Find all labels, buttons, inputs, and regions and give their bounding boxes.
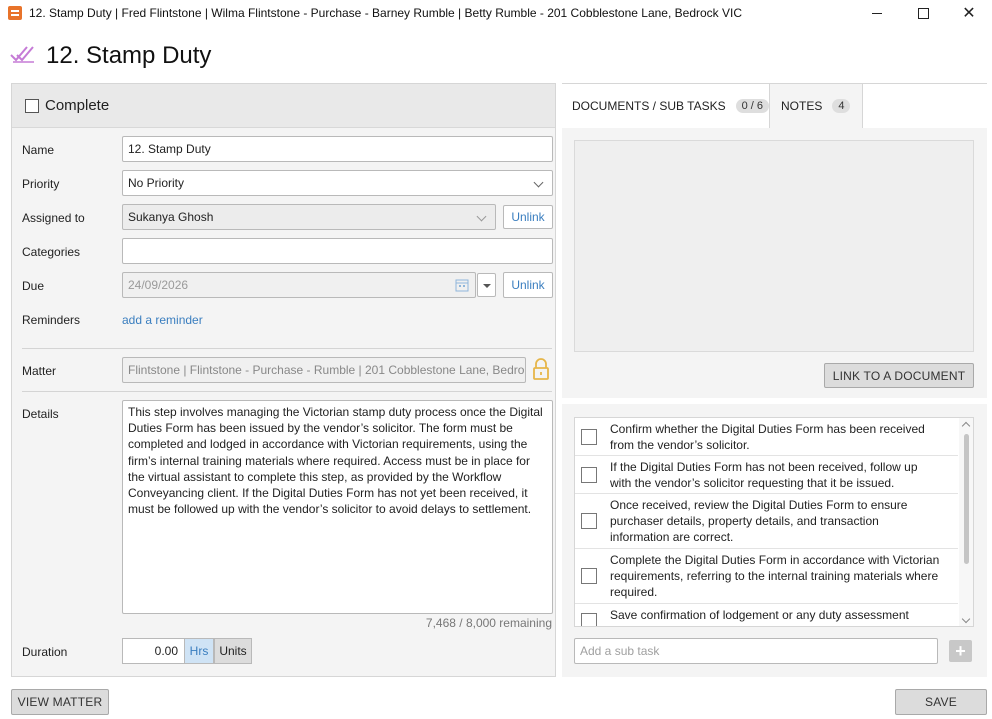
window-title: 12. Stamp Duty | Fred Flintstone | Wilma…	[29, 6, 742, 20]
subtask-checkbox[interactable]	[581, 568, 597, 584]
subtask-text: Complete the Digital Duties Form in acco…	[610, 553, 940, 599]
categories-label: Categories	[22, 245, 81, 259]
chevron-down-icon	[533, 177, 544, 188]
due-date-input[interactable]: 24/09/2026	[122, 272, 476, 298]
reminders-label: Reminders	[22, 313, 81, 327]
task-check-icon	[10, 46, 34, 63]
subtask-text: Once received, review the Digital Duties…	[610, 498, 908, 544]
notes-count-badge: 4	[832, 99, 851, 113]
duration-input[interactable]: 0.00	[122, 638, 185, 664]
subtask-text: If the Digital Duties Form has not been …	[610, 459, 918, 490]
matter-input[interactable]: Flintstone | Flintstone - Purchase - Rum…	[122, 357, 526, 383]
title-bar: 12. Stamp Duty | Fred Flintstone | Wilma…	[0, 0, 992, 26]
scroll-down-icon[interactable]	[961, 614, 971, 624]
lock-icon[interactable]	[532, 358, 550, 380]
details-textarea[interactable]: This step involves managing the Victoria…	[122, 400, 553, 614]
tab-documents-subtasks[interactable]: DOCUMENTS / SUB TASKS 0 / 6	[562, 83, 769, 128]
priority-select[interactable]: No Priority	[122, 170, 553, 196]
save-button[interactable]: SAVE	[895, 689, 987, 715]
calendar-icon[interactable]	[455, 278, 469, 292]
subtask-checkbox[interactable]	[581, 466, 597, 483]
subtask-checkbox[interactable]	[581, 513, 597, 529]
minimize-button[interactable]	[854, 0, 900, 26]
list-item[interactable]: Confirm whether the Digital Duties Form …	[575, 418, 958, 456]
chevron-down-icon	[476, 211, 487, 222]
duration-label: Duration	[22, 645, 68, 659]
page-title: 12. Stamp Duty	[46, 42, 212, 69]
subtask-text: Confirm whether the Digital Duties Form …	[610, 421, 925, 452]
complete-label[interactable]: Complete	[45, 97, 109, 114]
list-item[interactable]: Once received, review the Digital Duties…	[575, 494, 958, 549]
due-unlink-button[interactable]: Unlink	[503, 272, 553, 298]
documents-drop-area[interactable]	[574, 140, 974, 352]
name-label: Name	[22, 143, 55, 157]
due-dropdown-button[interactable]	[477, 273, 496, 297]
view-matter-button[interactable]: VIEW MATTER	[11, 689, 109, 715]
subtask-count-badge: 0 / 6	[735, 99, 769, 113]
caret-down-icon	[483, 284, 491, 288]
divider	[22, 391, 552, 392]
list-item[interactable]: Complete the Digital Duties Form in acco…	[575, 549, 958, 604]
subtask-checkbox[interactable]	[581, 428, 597, 445]
divider	[22, 348, 552, 349]
name-input[interactable]: 12. Stamp Duty	[122, 136, 553, 162]
scroll-thumb[interactable]	[964, 434, 969, 564]
assigned-unlink-button[interactable]: Unlink	[503, 205, 553, 229]
tab-notes-label: NOTES	[781, 99, 823, 113]
matter-label: Matter	[22, 364, 57, 378]
add-subtask-button[interactable]: +	[949, 640, 972, 662]
assigned-label: Assigned to	[22, 211, 85, 225]
complete-checkbox[interactable]	[25, 98, 39, 113]
due-label: Due	[22, 279, 45, 293]
add-subtask-input[interactable]: Add a sub task	[574, 638, 938, 664]
subtask-checkbox[interactable]	[581, 613, 597, 626]
tab-documents-label: DOCUMENTS / SUB TASKS	[572, 99, 726, 113]
categories-input[interactable]	[122, 238, 553, 264]
maximize-button[interactable]	[900, 0, 946, 26]
tab-notes[interactable]: NOTES 4	[769, 83, 863, 128]
list-item[interactable]: Save confirmation of lodgement or any du…	[575, 604, 958, 626]
details-label: Details	[22, 407, 59, 421]
assigned-select[interactable]: Sukanya Ghosh	[122, 204, 496, 230]
complete-bar: Complete	[12, 84, 555, 128]
assigned-value: Sukanya Ghosh	[128, 210, 214, 224]
link-document-button[interactable]: LINK TO A DOCUMENT	[824, 363, 974, 388]
duration-hrs-toggle[interactable]: Hrs	[184, 638, 214, 664]
subtask-text: Save confirmation of lodgement or any du…	[610, 608, 909, 622]
details-remaining-count: 7,468 / 8,000 remaining	[425, 616, 552, 630]
add-reminder-link[interactable]: add a reminder	[122, 313, 203, 327]
subtask-scrollbar[interactable]	[959, 418, 973, 626]
close-button[interactable]: ✕	[946, 0, 992, 26]
window-controls: ✕	[854, 0, 992, 26]
priority-label: Priority	[22, 177, 60, 191]
subtask-list[interactable]: Confirm whether the Digital Duties Form …	[574, 417, 974, 627]
app-logo-icon	[8, 6, 22, 20]
tab-strip	[863, 83, 987, 128]
priority-value: No Priority	[128, 176, 185, 190]
scroll-up-icon[interactable]	[961, 421, 971, 431]
task-details-panel: Complete Name 12. Stamp Duty Priority No…	[11, 83, 556, 677]
list-item[interactable]: If the Digital Duties Form has not been …	[575, 456, 958, 494]
documents-panel: DOCUMENTS / SUB TASKS 0 / 6 NOTES 4 LINK…	[562, 83, 987, 677]
section-divider	[562, 398, 987, 404]
duration-units-toggle[interactable]: Units	[214, 638, 252, 664]
